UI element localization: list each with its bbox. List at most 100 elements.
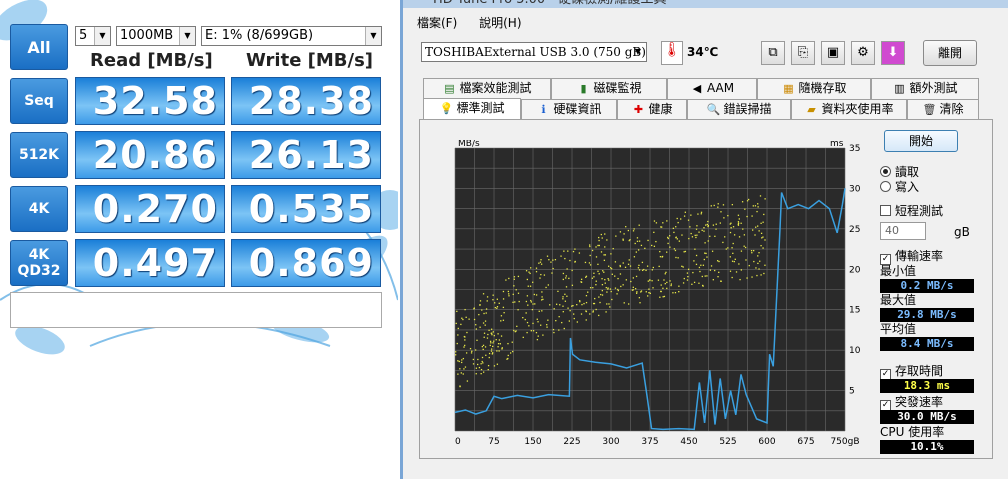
access-time-point bbox=[532, 281, 534, 283]
access-time-point bbox=[552, 259, 554, 261]
access-time-point bbox=[483, 336, 485, 338]
options-icon[interactable]: ⚙ bbox=[851, 41, 875, 65]
access-time-point bbox=[652, 287, 654, 289]
tab-file-benchmark[interactable]: ▤ 檔案效能測試 bbox=[423, 78, 551, 99]
chevron-down-icon[interactable]: ▼ bbox=[630, 43, 646, 61]
access-time-point bbox=[651, 244, 653, 247]
tab-folder-usage[interactable]: ▰ 資料夾使用率 bbox=[791, 99, 907, 120]
tab-extra-tests[interactable]: ▥ 額外測試 bbox=[871, 78, 979, 99]
access-time-point bbox=[599, 301, 601, 304]
access-time-point bbox=[638, 224, 640, 226]
access-time-point bbox=[653, 245, 656, 247]
menu-file[interactable]: 檔案(F) bbox=[417, 16, 457, 30]
cpu-label: CPU 使用率 bbox=[880, 425, 945, 439]
chevron-down-icon[interactable]: ▼ bbox=[179, 27, 195, 45]
transfer-rate-checkbox[interactable]: ✓ 傳輸速率 bbox=[880, 249, 943, 265]
start-button[interactable]: 開始 bbox=[884, 130, 958, 152]
access-time-point bbox=[693, 260, 695, 262]
access-time-point bbox=[546, 324, 548, 326]
access-time-point bbox=[620, 285, 622, 288]
access-time-point bbox=[603, 254, 605, 256]
access-time-point bbox=[562, 305, 564, 307]
chevron-down-icon[interactable]: ▼ bbox=[94, 27, 110, 45]
access-time-point bbox=[538, 310, 540, 312]
tab-aam[interactable]: ◀ AAM bbox=[667, 78, 757, 99]
x-tick-label: 675 bbox=[797, 437, 814, 447]
access-time-point bbox=[707, 225, 709, 228]
access-time-point bbox=[723, 217, 725, 219]
tab-erase[interactable]: 🗑 清除 bbox=[907, 99, 979, 120]
access-time-point bbox=[632, 289, 634, 291]
burst-rate-checkbox[interactable]: ✓ 突發速率 bbox=[880, 395, 943, 411]
tab-benchmark[interactable]: 💡 標準測試 bbox=[423, 98, 521, 120]
access-time-point bbox=[659, 250, 661, 253]
seq-test-button[interactable]: Seq bbox=[10, 78, 68, 124]
access-time-point bbox=[595, 246, 597, 248]
size-select[interactable]: 1000MB ▼ bbox=[116, 26, 196, 46]
drive-select[interactable]: E: 1% (8/699GB) ▼ bbox=[201, 26, 382, 46]
access-time-point bbox=[464, 344, 466, 347]
access-time-point bbox=[729, 231, 732, 234]
save-icon[interactable]: ▣ bbox=[821, 41, 845, 65]
access-time-point bbox=[608, 279, 610, 281]
write-radio[interactable]: 寫入 bbox=[880, 180, 919, 194]
short-test-size-input[interactable]: 40 bbox=[880, 222, 926, 240]
access-time-point bbox=[762, 247, 764, 249]
access-time-point bbox=[662, 222, 664, 224]
access-time-point bbox=[690, 232, 692, 235]
access-time-point bbox=[585, 319, 587, 321]
seq-write-value: 28.38 bbox=[231, 77, 381, 125]
4k-test-button[interactable]: 4K bbox=[10, 186, 68, 232]
access-time-point bbox=[593, 272, 595, 274]
access-time-point bbox=[756, 210, 758, 213]
radio-read[interactable] bbox=[880, 166, 891, 177]
copy-all-icon[interactable]: ⎘ bbox=[791, 41, 815, 65]
access-time-point bbox=[753, 260, 755, 263]
access-time-point bbox=[601, 289, 603, 292]
access-time-point bbox=[648, 288, 650, 290]
tab-random-access[interactable]: ▦ 隨機存取 bbox=[757, 78, 871, 99]
access-time-point bbox=[572, 305, 574, 307]
runs-select[interactable]: 5 ▼ bbox=[75, 26, 111, 46]
chevron-down-icon[interactable]: ▼ bbox=[365, 27, 381, 45]
radio-write[interactable] bbox=[880, 181, 891, 192]
4k-qd32-test-button[interactable]: 4K QD32 bbox=[10, 240, 68, 286]
access-time-point bbox=[752, 229, 754, 231]
access-time-point bbox=[475, 373, 477, 375]
tab-info[interactable]: ℹ 硬碟資訊 bbox=[521, 99, 617, 120]
access-time-point bbox=[598, 244, 600, 247]
run-all-button[interactable]: All bbox=[10, 24, 68, 70]
access-time-point bbox=[703, 258, 705, 261]
copy-icon[interactable]: ⧉ bbox=[761, 41, 785, 65]
access-time-point bbox=[581, 303, 583, 306]
access-time-point bbox=[760, 232, 763, 234]
access-time-point bbox=[635, 251, 637, 253]
menu-help[interactable]: 說明(H) bbox=[479, 16, 521, 30]
access-time-point bbox=[535, 294, 538, 296]
exit-button[interactable]: 離開 bbox=[923, 40, 977, 66]
access-time-checkbox[interactable]: ✓ 存取時間 bbox=[880, 364, 943, 380]
read-radio[interactable]: 讀取 bbox=[880, 165, 919, 179]
access-time-point bbox=[663, 295, 666, 298]
access-time-point bbox=[589, 244, 591, 246]
access-time-point bbox=[606, 303, 608, 305]
tab-health[interactable]: ✚ 健康 bbox=[617, 99, 687, 120]
checkbox-short-test[interactable] bbox=[880, 205, 891, 216]
access-time-point bbox=[498, 302, 500, 304]
access-time-point bbox=[632, 277, 634, 279]
access-time-point bbox=[598, 239, 600, 242]
short-test-checkbox[interactable]: 短程測試 bbox=[880, 204, 943, 218]
tab-error-scan[interactable]: 🔍 錯誤掃描 bbox=[687, 99, 791, 120]
access-time-point bbox=[633, 256, 636, 258]
access-time-point bbox=[678, 240, 680, 242]
access-time-point bbox=[483, 312, 485, 315]
access-time-point bbox=[605, 286, 607, 289]
tab-disk-monitor[interactable]: ▮ 磁碟監視 bbox=[551, 78, 667, 99]
drive-select[interactable]: TOSHIBAExternal USB 3.0 (750 gB) ▼ bbox=[421, 42, 647, 62]
access-time-point bbox=[678, 285, 680, 287]
comment-field[interactable] bbox=[10, 292, 382, 328]
512k-test-button[interactable]: 512K bbox=[10, 132, 68, 178]
download-icon[interactable]: ⬇ bbox=[881, 41, 905, 65]
access-time-point bbox=[479, 304, 481, 306]
access-time-point bbox=[491, 332, 493, 334]
